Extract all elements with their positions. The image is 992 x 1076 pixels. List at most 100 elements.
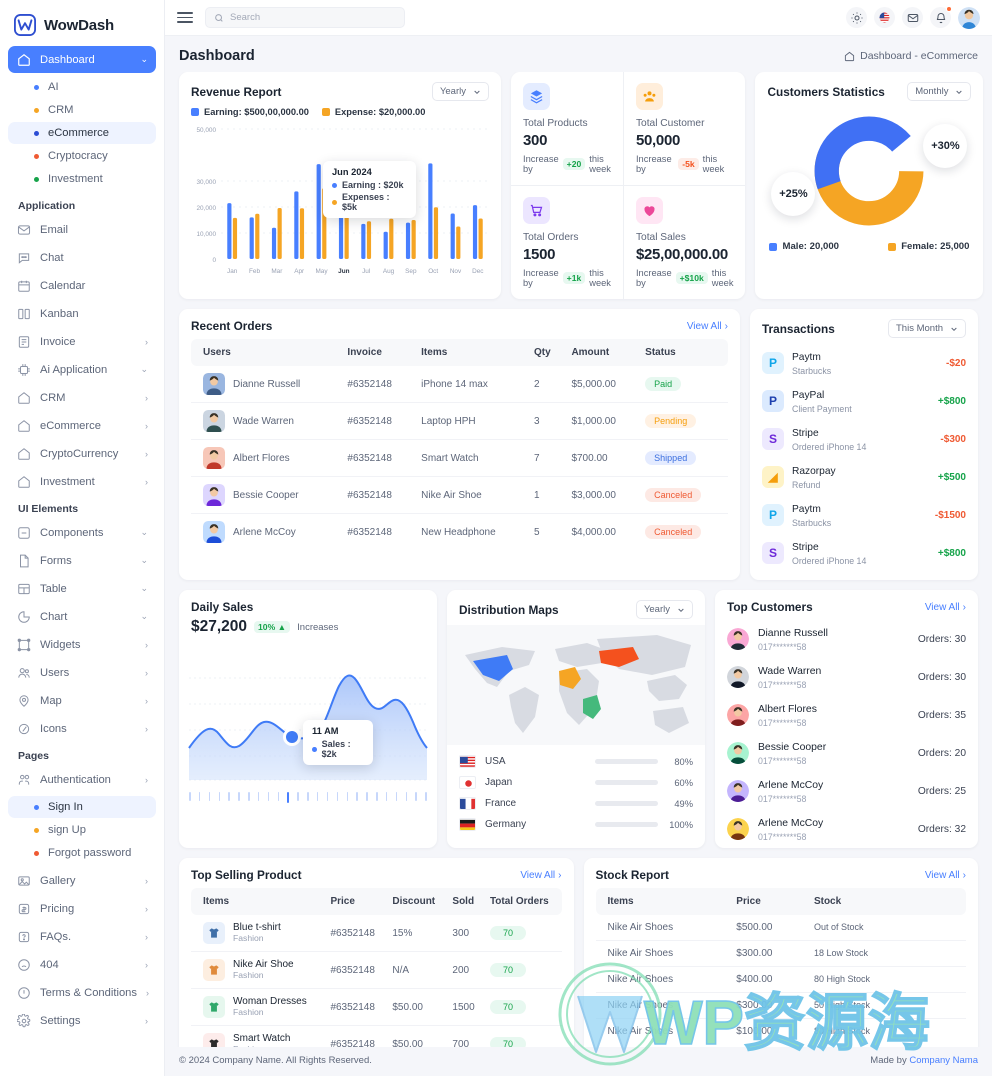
terms-icon xyxy=(16,985,31,1000)
customer-row[interactable]: Dianne Russell 017*******58 Orders: 30 xyxy=(715,620,978,658)
france-flag-icon xyxy=(459,797,476,810)
sidebar-subitem-cryptocracy[interactable]: Cryptocracy xyxy=(8,145,156,167)
sidebar-item-crm[interactable]: CRM › xyxy=(8,384,156,411)
table-row[interactable]: Albert Flores #6352148 Smart Watch 7 $700.00… xyxy=(191,439,728,477)
dashboard-content: Revenue Report Yearly Earning: $500,00,0… xyxy=(165,72,992,1047)
sidebar-item-ecommerce[interactable]: eCommerce › xyxy=(8,412,156,439)
transaction-row[interactable]: P Paytm Starbucks -$1500 xyxy=(750,496,978,534)
transaction-amount: +$800 xyxy=(937,395,966,407)
breadcrumb[interactable]: Dashboard - eCommerce xyxy=(844,50,978,62)
transaction-row[interactable]: S Stripe Ordered iPhone 14 +$800 xyxy=(750,534,978,572)
sidebar-item-investment[interactable]: Investment › xyxy=(8,468,156,495)
sidebar-subitem-sign-up[interactable]: sign Up xyxy=(8,819,156,841)
sidebar-item-calendar[interactable]: Calendar xyxy=(8,272,156,299)
table-row[interactable]: Nike Air Shoes $100.00 80 High Stock xyxy=(596,1019,967,1045)
sidebar-item-kanban[interactable]: Kanban xyxy=(8,300,156,327)
sidebar-item-forms[interactable]: Forms ⌄ xyxy=(8,547,156,574)
sidebar-toggle-button[interactable] xyxy=(177,12,193,23)
revenue-period-select[interactable]: Yearly xyxy=(431,82,489,101)
sidebar-subitem-ecommerce[interactable]: eCommerce xyxy=(8,122,156,144)
stat-label: Total Customer xyxy=(635,118,705,129)
sidebar-item-dashboard[interactable]: Dashboard ⌄ xyxy=(8,46,156,73)
svg-text:Jan: Jan xyxy=(227,268,238,275)
sidebar-item-map[interactable]: Map › xyxy=(8,687,156,714)
sidebar-item-components[interactable]: Components ⌄ xyxy=(8,519,156,546)
table-row[interactable]: Smart WatchFashion#6352148$50.0070070 xyxy=(191,1025,562,1047)
avatar[interactable] xyxy=(958,6,980,29)
product-name: Blue t-shirt xyxy=(233,922,281,933)
us-flag-icon[interactable] xyxy=(874,7,895,28)
sidebar-subitem-label: CRM xyxy=(48,104,74,116)
sidebar-item-pricing[interactable]: Pricing › xyxy=(8,895,156,922)
sidebar-subitem-investment[interactable]: Investment xyxy=(8,168,156,190)
footer-made-by: Made by Company Nama xyxy=(870,1055,978,1066)
sidebar-item-chart[interactable]: Chart ⌄ xyxy=(8,603,156,630)
sidebar-item-terms-conditions[interactable]: Terms & Conditions › xyxy=(8,979,156,1006)
avatar xyxy=(727,628,749,650)
sidebar-subitem-ai[interactable]: AI xyxy=(8,76,156,98)
customer-row[interactable]: Arlene McCoy 017*******58 Orders: 32 xyxy=(715,810,978,848)
sidebar-item-404[interactable]: 404 › xyxy=(8,951,156,978)
customer-row[interactable]: Arlene McCoy 017*******58 Orders: 25 xyxy=(715,772,978,810)
table-row[interactable]: Blue t-shirt Fashion #6352148 15% 300 70 xyxy=(191,915,562,952)
sidebar-item-label: Dashboard xyxy=(40,53,95,66)
sidebar-item-chat[interactable]: Chat xyxy=(8,244,156,271)
top-selling-title: Top Selling Product xyxy=(191,868,302,882)
table-row[interactable]: Nike Air Shoe Fashion #6352148 N/A 200 70 xyxy=(191,951,562,989)
sidebar-item-faqs[interactable]: FAQs. › xyxy=(8,923,156,950)
sun-icon[interactable] xyxy=(846,7,867,28)
chevron-down-icon xyxy=(678,608,684,612)
sidebar-item-widgets[interactable]: Widgets › xyxy=(8,631,156,658)
tick-mark xyxy=(228,792,230,801)
sidebar-item-users[interactable]: Users › xyxy=(8,659,156,686)
transactions-period-select[interactable]: This Month xyxy=(888,319,966,338)
sidebar-subitem-crm[interactable]: CRM xyxy=(8,99,156,121)
sidebar-item-cryptocurrency[interactable]: CryptoCurrency › xyxy=(8,440,156,467)
table-row[interactable]: Nike Air Shoes $300.00 50 High Stock xyxy=(595,992,966,1019)
sidebar-item-table[interactable]: Table ⌄ xyxy=(8,575,156,602)
sidebar-item-email[interactable]: Email xyxy=(8,216,156,243)
footer-company-link[interactable]: Company Nama xyxy=(909,1055,978,1066)
table-row[interactable]: Arlene McCoy #6352148 New Headphone 5 $4,000… xyxy=(191,514,728,551)
table-row[interactable]: Nike Air Shoes $300.00 18 Low Stock xyxy=(595,940,966,967)
sidebar-subitem-sign-in[interactable]: Sign In xyxy=(8,796,156,818)
search-input[interactable]: Search xyxy=(205,7,405,28)
table-row[interactable]: Woman Dresses Fashion #6352148 $50.00 1500 70 xyxy=(191,988,562,1026)
top-selling-view-all[interactable]: View All › xyxy=(520,870,561,881)
transaction-row[interactable]: ◢ Razorpay Refund +$500 xyxy=(750,458,978,496)
transaction-row[interactable]: S Stripe Ordered iPhone 14 -$300 xyxy=(750,420,978,458)
stat-subtext: Increase by -5k this week xyxy=(635,154,725,174)
sidebar-subitem-forgot-password[interactable]: Forgot password xyxy=(8,842,156,864)
bell-icon[interactable] xyxy=(930,6,952,28)
table-row[interactable]: Nike Air Shoes $400.00 80 High Stock xyxy=(595,966,966,993)
top-customers-card: Top Customers View All › Dianne Russell 01… xyxy=(715,590,978,848)
brand[interactable]: WowDash xyxy=(0,0,164,46)
mail-icon[interactable] xyxy=(902,7,923,28)
customer-row[interactable]: Bessie Cooper 017*******58 Orders: 20 xyxy=(715,734,978,772)
transaction-row[interactable]: P Paytm Starbucks -$20 xyxy=(750,344,978,382)
sidebar-item-authentication[interactable]: Authentication › xyxy=(8,766,156,793)
customer-row[interactable]: Wade Warren 017*******58 Orders: 30 xyxy=(715,658,978,696)
table-row[interactable]: Wade Warren #6352148 Laptop HPH 3 $1,000.00 P… xyxy=(191,402,728,440)
sidebar-item-icons[interactable]: Icons › xyxy=(8,715,156,742)
table-row[interactable]: Bessie Cooper #6352148 Nike Air Shoe 1 $3,00… xyxy=(191,476,728,514)
sidebar-item-label: Kanban xyxy=(40,307,79,320)
customer-orders: Orders: 35 xyxy=(917,709,966,721)
sidebar-item-ai-application[interactable]: Ai Application ⌄ xyxy=(8,356,156,383)
customers-period-select[interactable]: Monthly xyxy=(907,82,972,101)
table-row[interactable]: Nike Air Shoes $500.00 Out of Stock xyxy=(595,915,966,941)
auth-icon xyxy=(16,772,31,787)
sidebar-item-gallery[interactable]: Gallery › xyxy=(8,867,156,894)
transaction-row[interactable]: P PayPal Client Payment +$800 xyxy=(750,382,978,420)
top-customers-view-all[interactable]: View All › xyxy=(925,602,966,613)
sidebar-item-invoice[interactable]: Invoice › xyxy=(8,328,156,355)
avatar xyxy=(727,780,749,802)
invoice-icon xyxy=(16,334,31,349)
sidebar-item-settings[interactable]: Settings › xyxy=(8,1007,156,1034)
distribution-period-select[interactable]: Yearly xyxy=(635,600,693,619)
recent-orders-view-all[interactable]: View All › xyxy=(687,321,728,332)
table-row[interactable]: Dianne Russell #6352148 iPhone 14 max 2 $5,0… xyxy=(191,366,728,403)
stock-report-view-all[interactable]: View All › xyxy=(925,870,966,881)
tick-mark xyxy=(415,792,417,801)
customer-row[interactable]: Albert Flores 017*******58 Orders: 35 xyxy=(715,696,978,734)
